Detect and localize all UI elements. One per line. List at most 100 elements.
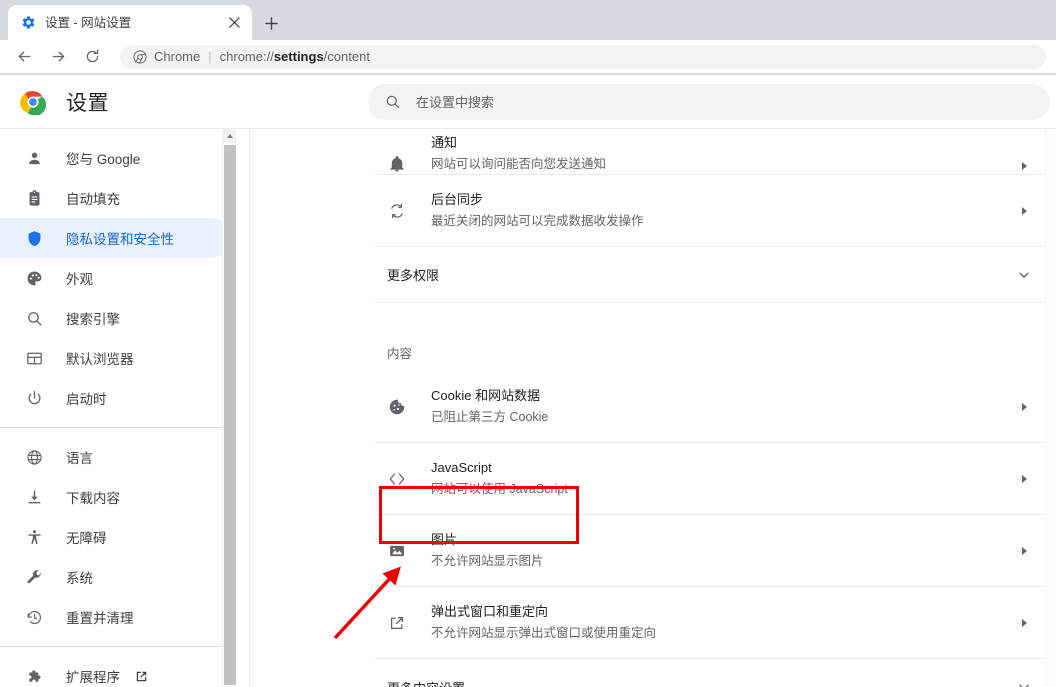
pref-row-javascript[interactable]: JavaScript 网站可以使用 JavaScript: [375, 443, 1046, 515]
sidebar-item-on-startup[interactable]: 启动时: [0, 378, 232, 418]
sidebar-divider: [0, 427, 228, 428]
sidebar-item-downloads[interactable]: 下载内容: [0, 477, 232, 517]
pref-row-text: 后台同步 最近关闭的网站可以完成数据收发操作: [431, 190, 1006, 231]
magnifier-icon: [24, 308, 44, 328]
new-tab-button[interactable]: [258, 10, 284, 36]
history-restore-icon: [24, 607, 44, 627]
sidebar-item-label: 搜索引擎: [66, 308, 120, 328]
search-input[interactable]: [416, 84, 1050, 120]
expand-row-label: 更多权限: [387, 265, 1016, 284]
sidebar-item-reset-and-cleanup[interactable]: 重置并清理: [0, 597, 232, 637]
settings-sidebar: 您与 Google 自动填充 隐私设置和安全性: [0, 129, 236, 687]
url-bold: settings: [274, 49, 324, 64]
back-icon[interactable]: [10, 43, 38, 71]
sidebar-item-label: 隐私设置和安全性: [66, 228, 174, 248]
browser-toolbar: Chrome | chrome://settings/content: [0, 40, 1056, 74]
chevron-right-icon[interactable]: [1016, 543, 1032, 559]
sidebar-item-accessibility[interactable]: 无障碍: [0, 517, 232, 557]
sidebar-item-label: 外观: [66, 268, 93, 288]
image-icon: [387, 541, 407, 561]
cookie-icon: [387, 397, 407, 417]
sidebar-items: 您与 Google 自动填充 隐私设置和安全性: [0, 129, 236, 687]
settings-header: 设置: [0, 75, 1056, 128]
sidebar-item-appearance[interactable]: 外观: [0, 258, 232, 298]
power-icon: [24, 388, 44, 408]
pref-row-cookies-and-site-data[interactable]: Cookie 和网站数据 已阻止第三方 Cookie: [375, 371, 1046, 443]
palette-icon: [24, 268, 44, 288]
settings-page: 设置: [0, 75, 1056, 686]
reload-icon[interactable]: [78, 43, 106, 71]
forward-icon[interactable]: [44, 43, 72, 71]
scrollbar-thumb[interactable]: [1045, 129, 1056, 687]
sidebar-item-autofill[interactable]: 自动填充: [0, 178, 232, 218]
external-link-icon: [387, 613, 407, 633]
scrollbar-thumb[interactable]: [224, 145, 236, 685]
chevron-right-icon[interactable]: [1016, 615, 1032, 631]
chevron-right-icon[interactable]: [1016, 399, 1032, 415]
sidebar-item-label: 启动时: [66, 388, 107, 408]
browser-tab-settings[interactable]: 设置 - 网站设置: [8, 5, 252, 40]
url-text: chrome://settings/content: [220, 49, 370, 64]
pref-row-subtitle: 网站可以使用 JavaScript: [431, 479, 1006, 499]
chevron-right-icon[interactable]: [1016, 203, 1032, 219]
sidebar-item-system[interactable]: 系统: [0, 557, 232, 597]
settings-content: 通知 网站可以询问能否向您发送通知: [250, 129, 1056, 687]
page-title: 设置: [66, 87, 109, 117]
download-icon: [24, 487, 44, 507]
puzzle-icon: [24, 666, 44, 686]
tab-strip: 设置 - 网站设置: [0, 0, 1056, 40]
pref-row-images[interactable]: 图片 不允许网站显示图片: [375, 515, 1046, 587]
sidebar-item-label: 扩展程序: [66, 666, 120, 686]
sidebar-item-label: 重置并清理: [66, 607, 134, 627]
pref-row-subtitle: 不允许网站显示弹出式窗口或使用重定向: [431, 623, 1006, 643]
scroll-up-icon[interactable]: [223, 129, 236, 143]
browser-window: 设置 - 网站设置: [0, 0, 1056, 686]
pref-row-text: 通知 网站可以询问能否向您发送通知: [431, 133, 1006, 174]
sidebar-divider: [0, 646, 228, 647]
pref-row-subtitle: 网站可以询问能否向您发送通知: [431, 154, 1006, 174]
url-prefix: chrome://: [220, 49, 274, 64]
sidebar-item-search-engine[interactable]: 搜索引擎: [0, 298, 232, 338]
pref-row-notifications[interactable]: 通知 网站可以询问能否向您发送通知: [375, 129, 1046, 175]
pref-row-text: 弹出式窗口和重定向 不允许网站显示弹出式窗口或使用重定向: [431, 602, 1006, 643]
accessibility-icon: [24, 527, 44, 547]
sidebar-item-you-and-google[interactable]: 您与 Google: [0, 138, 232, 178]
pref-row-background-sync[interactable]: 后台同步 最近关闭的网站可以完成数据收发操作: [375, 175, 1046, 247]
sidebar-item-label: 下载内容: [66, 487, 120, 507]
expand-row-more-content-settings[interactable]: 更多内容设置: [375, 659, 1046, 687]
person-icon: [24, 148, 44, 168]
chip-separator: |: [208, 49, 211, 64]
bell-icon: [387, 154, 407, 174]
brand: 设置: [20, 87, 109, 117]
pref-row-title: 弹出式窗口和重定向: [431, 602, 1006, 621]
security-chip-label: Chrome: [154, 49, 200, 64]
chevron-right-icon[interactable]: [1016, 471, 1032, 487]
address-bar[interactable]: Chrome | chrome://settings/content: [120, 45, 1046, 69]
pref-row-title: JavaScript: [431, 458, 1006, 477]
sidebar-item-languages[interactable]: 语言: [0, 437, 232, 477]
sidebar-item-default-browser[interactable]: 默认浏览器: [0, 338, 232, 378]
sidebar-item-extensions[interactable]: 扩展程序: [0, 656, 232, 687]
expand-row-more-permissions[interactable]: 更多权限: [375, 247, 1046, 303]
pref-row-text: Cookie 和网站数据 已阻止第三方 Cookie: [431, 386, 1006, 427]
pref-row-title: 通知: [431, 135, 457, 150]
sidebar-scrollbar[interactable]: [222, 129, 236, 687]
content-scrollbar[interactable]: [1045, 129, 1056, 687]
chevron-down-icon[interactable]: [1016, 267, 1032, 283]
sidebar-item-label: 系统: [66, 567, 93, 587]
clipboard-icon: [24, 188, 44, 208]
pref-row-subtitle: 不允许网站显示图片: [431, 551, 1006, 571]
close-icon[interactable]: [224, 13, 244, 33]
chrome-logo: [20, 89, 46, 115]
search-icon: [384, 93, 402, 111]
settings-body: 您与 Google 自动填充 隐私设置和安全性: [0, 128, 1056, 686]
sidebar-item-label: 您与 Google: [66, 148, 140, 168]
settings-search-box[interactable]: [368, 84, 1050, 120]
pref-row-popups-and-redirects[interactable]: 弹出式窗口和重定向 不允许网站显示弹出式窗口或使用重定向: [375, 587, 1046, 659]
code-brackets-icon: [387, 469, 407, 489]
pref-row-subtitle: 最近关闭的网站可以完成数据收发操作: [431, 211, 1006, 231]
pref-row-subtitle: 已阻止第三方 Cookie: [431, 407, 1006, 427]
chevron-right-icon[interactable]: [1016, 158, 1032, 174]
sidebar-item-privacy-and-security[interactable]: 隐私设置和安全性: [0, 218, 232, 258]
pref-row-title: Cookie 和网站数据: [431, 386, 1006, 405]
